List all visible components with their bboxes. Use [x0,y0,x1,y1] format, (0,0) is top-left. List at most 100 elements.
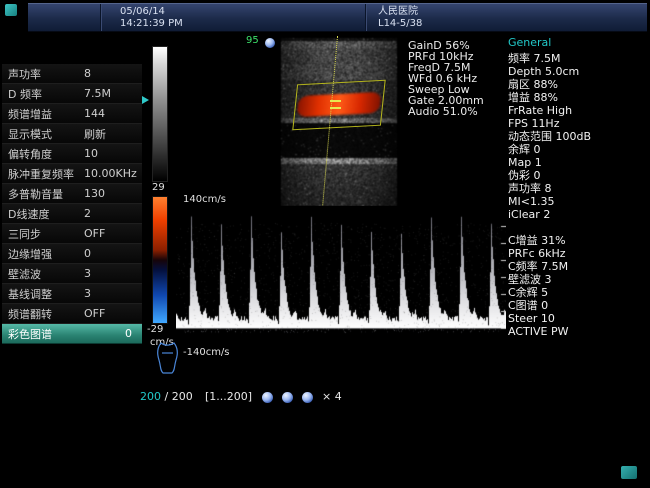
param-label: 边缘增强 [2,246,84,262]
param-row-acoustic-power[interactable]: 声功率8 [2,64,142,84]
status-line: 增益 88% [508,91,650,104]
param-row-triplex[interactable]: 三同步OFF [2,224,142,244]
probe-name: L14-5/38 [378,18,422,30]
status-line: 动态范围 100dB [508,130,650,143]
status-line: 余辉 0 [508,143,650,156]
gain-readout: 95 [246,35,259,46]
spectral-waveform [176,206,506,346]
param-row-color-map-selected[interactable]: 彩色图谱0 [2,324,142,344]
parameter-menu: 声功率8 D 频率7.5M 频谱增益144 显示模式刷新 偏转角度10 脉冲重复… [2,64,142,344]
status-line: MI<1.35 [508,195,650,208]
param-value: 0 [84,247,142,260]
param-value: OFF [84,307,142,320]
param-label: 显示模式 [2,126,84,142]
ultrasound-screen: 05/06/14 14:21:39 PM 人民医院 L14-5/38 声功率8 … [0,0,650,488]
pointer-ball-icon[interactable] [265,38,275,48]
spectrum-scale-top: 140cm/s [183,194,226,205]
param-row-spectrum-gain[interactable]: 频谱增益144 [2,104,142,124]
cine-ball-icon[interactable] [282,392,293,403]
param-row-d-freq[interactable]: D 频率7.5M [2,84,142,104]
cine-range: [1...200] [205,390,252,403]
status-line: Map 1 [508,156,650,169]
param-row-wall-filter[interactable]: 壁滤波3 [2,264,142,284]
param-value: 3 [84,267,142,280]
status-line: PRFc 6kHz [508,247,650,260]
active-mode-label: ACTIVE PW [508,325,650,338]
param-value: 7.5M [84,87,142,100]
param-label: 声功率 [2,66,84,82]
datetime-display: 05/06/14 14:21:39 PM [120,6,183,30]
status-line: 伪彩 0 [508,169,650,182]
color-doppler-bar [152,196,168,324]
param-value: 130 [84,187,142,200]
cine-ball-icon[interactable] [262,392,273,403]
param-label: 脉冲重复频率 [2,166,84,182]
status-line: 扇区 88% [508,78,650,91]
header-bar: 05/06/14 14:21:39 PM 人民医院 L14-5/38 [28,3,647,32]
cine-separator: / [165,390,169,403]
system-menu-icon[interactable] [5,4,17,16]
param-row-steer-angle[interactable]: 偏转角度10 [2,144,142,164]
param-value: 3 [84,287,142,300]
param-value: 144 [84,107,142,120]
status-line: C图谱 0 [508,299,650,312]
status-line: Steer 10 [508,312,650,325]
status-line: C余辉 5 [508,286,650,299]
status-panel: General 频率 7.5M Depth 5.0cm 扇区 88% 增益 88… [508,36,650,338]
body-marker-icon[interactable] [153,340,181,380]
color-scale-max: 29 [152,182,165,193]
cine-ball-icon[interactable] [302,392,313,403]
cine-controls [262,392,313,403]
header-divider [100,4,101,31]
param-row-d-line-speed[interactable]: D线速度2 [2,204,142,224]
param-row-baseline[interactable]: 基线调整3 [2,284,142,304]
status-line: iClear 2 [508,208,650,221]
focus-marker-icon[interactable] [142,96,149,104]
param-label: 频谱增益 [2,106,84,122]
param-row-doppler-volume[interactable]: 多普勒音量130 [2,184,142,204]
status-line: 壁滤波 3 [508,273,650,286]
spectral-display [176,206,506,346]
status-line: FPS 11Hz [508,117,650,130]
param-row-edge-enhance[interactable]: 边缘增强0 [2,244,142,264]
param-label: 偏转角度 [2,146,84,162]
param-label: 三同步 [2,226,84,242]
status-line: 声功率 8 [508,182,650,195]
param-label: 基线调整 [2,286,84,302]
status-panel-title: General [508,36,650,49]
param-value: 2 [84,207,142,220]
param-label: 多普勒音量 [2,186,84,202]
cine-speed: × 4 [322,390,342,403]
cine-total-frames: 200 [172,390,193,403]
spectrum-scale-bottom: -140cm/s [183,347,230,358]
param-value: 刷新 [84,126,142,142]
corner-status-icon[interactable] [621,466,637,479]
cine-frame-counter: 200 / 200 [140,390,193,403]
param-label: 彩色图谱 [2,326,84,342]
param-label: D 频率 [2,86,84,102]
hospital-name: 人民医院 [378,6,422,18]
date-text: 05/06/14 [120,6,183,18]
bmode-image-area [281,38,397,206]
param-row-display-mode[interactable]: 显示模式刷新 [2,124,142,144]
status-line: 频率 7.5M [508,52,650,65]
param-value: 8 [84,67,142,80]
doppler-info-overlay: GainD 56% PRFd 10kHz FreqD 7.5M WFd 0.6 … [408,40,484,117]
grayscale-bar [152,46,168,182]
header-divider [365,4,366,31]
param-row-spectrum-invert[interactable]: 频谱翻转OFF [2,304,142,324]
cine-current-frame: 200 [140,390,161,403]
param-row-prf[interactable]: 脉冲重复频率10.00KHz [2,164,142,184]
color-scale-min: -29 [147,324,163,335]
param-value: OFF [84,227,142,240]
exam-info: 人民医院 L14-5/38 [378,6,422,30]
param-value: 10 [84,147,142,160]
status-line: FrRate High [508,104,650,117]
param-value: 10.00KHz [84,167,142,180]
info-line: Audio 51.0% [408,106,484,117]
param-label: D线速度 [2,206,84,222]
status-line: C频率 7.5M [508,260,650,273]
param-label: 壁滤波 [2,266,84,282]
sample-gate-icon[interactable] [330,100,341,109]
param-label: 频谱翻转 [2,306,84,322]
